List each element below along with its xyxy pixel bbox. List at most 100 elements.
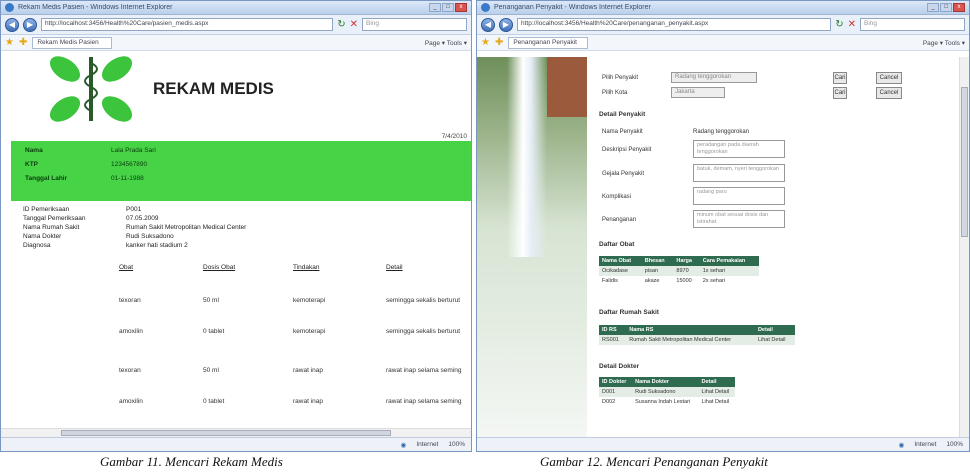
maximize-button[interactable]: □ <box>442 3 454 12</box>
cancel-button[interactable]: Cancel <box>876 87 902 99</box>
obat-table: Nama Obat Bhesan Harga Cara Pemakaian Oc… <box>599 256 759 286</box>
cell-detail: rawat inap selama seming <box>386 398 462 405</box>
label-tanggal-pemeriksaan: Tanggal Pemeriksaan <box>23 215 86 222</box>
forward-icon[interactable]: ▶ <box>499 17 513 32</box>
cancel-button-top[interactable]: Cancel <box>876 72 902 84</box>
search-input[interactable]: Bing <box>860 18 965 31</box>
minimize-button[interactable]: _ <box>927 3 939 12</box>
cell-dosis: 50 ml <box>203 297 219 304</box>
browser-tab[interactable]: Rekam Medis Pasien <box>32 36 113 49</box>
label-tanggal-lahir: Tanggal Lahir <box>25 175 68 182</box>
section-detail-dokter: Detail Dokter <box>599 363 640 370</box>
cell-obat: amoxilin <box>119 328 143 335</box>
cell: D001 <box>599 387 633 397</box>
col-detail: Detail <box>386 264 403 271</box>
col-obat: Obat <box>119 264 134 271</box>
lihat-detail-link[interactable]: Lihat Detail <box>699 397 736 407</box>
favorites-star-icon[interactable]: ★ <box>481 37 490 48</box>
col-nama-obat: Nama Obat <box>599 256 642 266</box>
window-title: Penanganan Penyakit - Windows Internet E… <box>494 4 651 11</box>
col-dosis: Dosis Obat <box>203 264 236 271</box>
refresh-icon[interactable]: ↻ <box>835 19 843 30</box>
label-id-pemeriksaan: ID Pemeriksaan <box>23 206 70 213</box>
refresh-icon[interactable]: ↻ <box>337 19 345 30</box>
col-tindakan: Tindakan <box>293 264 320 271</box>
cell-dosis: 50 ml <box>203 367 219 374</box>
title-bar: Rekam Medis Pasien - Windows Internet Ex… <box>1 1 471 15</box>
kota-select[interactable]: Jakarta <box>671 87 725 98</box>
waterfall-banner-image <box>477 57 587 439</box>
cell-obat: texoran <box>119 367 141 374</box>
zoom-level[interactable]: 100% <box>946 441 963 448</box>
back-icon[interactable]: ◀ <box>5 17 19 32</box>
penyakit-select[interactable]: Radang tenggorokan <box>671 72 757 83</box>
favorites-star-icon[interactable]: ★ <box>5 37 14 48</box>
zoom-level[interactable]: 100% <box>448 441 465 448</box>
stop-icon[interactable]: ✕ <box>848 19 856 30</box>
scroll-thumb[interactable] <box>61 430 391 436</box>
komplikasi-textarea[interactable]: radang paru <box>693 187 785 205</box>
close-button[interactable]: x <box>953 3 965 12</box>
cell-detail: rawat inap selama seming <box>386 367 462 374</box>
minimize-button[interactable]: _ <box>429 3 441 12</box>
status-bar: ◉ Internet 100% <box>1 437 471 451</box>
cell-dosis: 0 tablet <box>203 328 225 335</box>
rumah-sakit-table: ID RS Nama RS Detail RS001 Rumah Sakit M… <box>599 325 795 345</box>
col-detail: Detail <box>754 325 795 335</box>
lihat-detail-link[interactable]: Lihat Detail <box>754 335 795 345</box>
label-ktp: KTP <box>25 161 38 168</box>
browser-tab[interactable]: Penanganan Penyakit <box>508 36 589 49</box>
cari-penyakit-button[interactable]: Cari <box>833 72 847 84</box>
value-ktp: 1234567890 <box>111 161 148 168</box>
command-bar[interactable]: Page ▾ Tools ▾ <box>425 39 467 47</box>
cell-tindakan: kemoterapi <box>293 297 326 304</box>
url-input[interactable]: http://localhost:3456/Health%20Care/pena… <box>517 18 832 31</box>
cell: 8970 <box>673 266 700 276</box>
cell: pisan <box>641 266 674 276</box>
stop-icon[interactable]: ✕ <box>350 19 358 30</box>
search-input[interactable]: Bing <box>362 18 467 31</box>
banner-rock <box>547 57 587 117</box>
label-deskripsi: Deskripsi Penyakit <box>602 147 652 153</box>
status-zone: Internet <box>416 441 439 448</box>
ie-icon <box>481 3 490 12</box>
caduceus-logo <box>41 53 141 127</box>
table-row: Ocikadase pisan 8970 1x sehari <box>599 266 759 276</box>
table-row: D001 Rudi Suksadono Lihat Detail <box>599 387 735 397</box>
table-row: D002 Susanna Indah Lestari Lihat Detail <box>599 397 735 407</box>
cell-tindakan: kemoterapi <box>293 328 326 335</box>
lihat-detail-link[interactable]: Lihat Detail <box>698 387 735 397</box>
deskripsi-textarea[interactable]: peradangan pada daerah tenggorokan <box>693 140 785 158</box>
table-row: Falidis akaze 15000 2x sehari <box>599 276 759 286</box>
value-nama: Lala Prada Sari <box>111 147 156 154</box>
forward-icon[interactable]: ▶ <box>23 17 37 32</box>
cell-tindakan: rawat inap <box>293 398 323 405</box>
scroll-thumb[interactable] <box>961 87 968 237</box>
col-bhesan: Bhesan <box>641 256 674 266</box>
url-input[interactable]: http://localhost:3456/Health%20Care/pasi… <box>41 18 334 31</box>
add-favorites-icon[interactable]: ✚ <box>495 37 503 48</box>
table-row: RS001 Rumah Sakit Metropolitan Medical C… <box>599 335 795 345</box>
penanganan-textarea[interactable]: minum obat sesuai dosis dan istirahat <box>693 210 785 228</box>
patient-info-panel <box>11 141 471 201</box>
vertical-scrollbar[interactable] <box>959 57 969 439</box>
cell-tindakan: rawat inap <box>293 367 323 374</box>
label-rumah-sakit: Nama Rumah Sakit <box>23 224 80 231</box>
col-harga: Harga <box>673 256 700 266</box>
cari-kota-button[interactable]: Cari <box>833 87 847 99</box>
maximize-button[interactable]: □ <box>940 3 952 12</box>
cell-obat: amoxilin <box>119 398 143 405</box>
back-icon[interactable]: ◀ <box>481 17 495 32</box>
col-detail: Detail <box>698 377 735 387</box>
command-bar[interactable]: Page ▾ Tools ▾ <box>923 39 965 47</box>
cell: D002 <box>602 399 616 405</box>
title-bar: Penanganan Penyakit - Windows Internet E… <box>477 1 969 15</box>
add-favorites-icon[interactable]: ✚ <box>19 37 27 48</box>
horizontal-scrollbar[interactable] <box>1 428 471 437</box>
globe-icon: ◉ <box>400 441 407 449</box>
close-button[interactable]: x <box>455 3 467 12</box>
col-id-rs: ID RS <box>599 325 627 335</box>
value-diagnosa: kanker hati stadium 2 <box>126 242 188 249</box>
globe-icon: ◉ <box>898 441 905 449</box>
gejala-textarea[interactable]: batuk, demam, nyeri tenggorokan <box>693 164 785 182</box>
